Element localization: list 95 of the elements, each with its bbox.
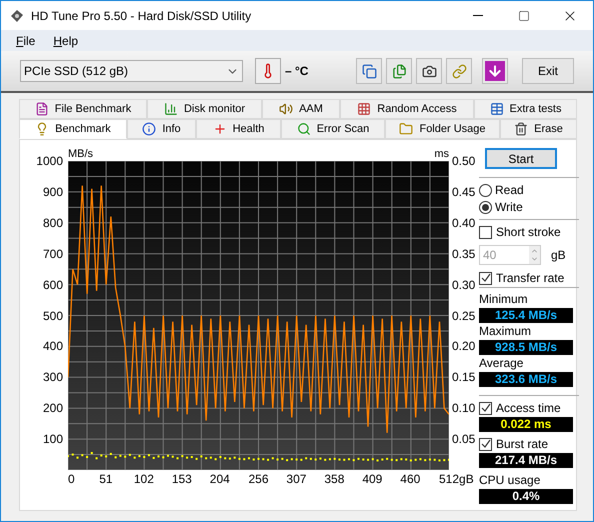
radio-button[interactable] [479, 184, 492, 196]
screenshot-button[interactable] [416, 58, 442, 84]
axis-label: 0.40 [452, 216, 476, 229]
axis-label: 500 [42, 310, 63, 322]
files-icon [392, 64, 406, 78]
checkbox[interactable] [479, 402, 492, 414]
temperature-reading: – °C [285, 63, 308, 80]
readout-value: 0.4% [479, 489, 573, 504]
tab[interactable]: Error Scan [281, 119, 385, 139]
chain-icon [452, 64, 466, 78]
readout-label: Minimum [479, 291, 529, 308]
minimize-icon [473, 15, 483, 16]
readout-value: 928.5 MB/s [479, 340, 573, 355]
axis-label: 0.35 [452, 248, 476, 260]
drive-dropdown[interactable]: PCIe SSD (512 gB) [20, 60, 243, 82]
menu-item[interactable]: File [16, 32, 36, 50]
axis-label: 460 [400, 473, 420, 485]
plus-icon [212, 122, 227, 136]
tab[interactable]: Erase [500, 119, 577, 139]
copy-all-button[interactable] [386, 58, 412, 84]
readout-value: 0.022 ms [479, 417, 573, 432]
checkbox-label[interactable]: Short stroke [496, 225, 561, 239]
axis-label: 600 [42, 278, 63, 291]
bar-chart-icon [164, 102, 178, 116]
axis-label: 700 [42, 248, 63, 260]
axis-label: 200 [42, 402, 63, 414]
readout-label: CPU usage [479, 473, 542, 487]
checkbox-label[interactable]: Burst rate [496, 437, 548, 451]
speaker-icon [279, 102, 294, 116]
axis-label: 0.15 [452, 371, 476, 384]
tab[interactable]: Folder Usage [385, 119, 500, 139]
radio-button[interactable] [479, 200, 492, 214]
table-icon [490, 102, 504, 116]
readout-value: 125.4 MB/s [479, 308, 573, 323]
axis-label: 0.50 [452, 155, 476, 167]
axis-label: 51 [99, 473, 113, 485]
axis-label: 512gB [439, 473, 474, 485]
dot-grid-icon [357, 102, 372, 116]
tab[interactable]: Benchmark [19, 119, 127, 139]
axis-label: 900 [42, 186, 63, 198]
readout-label: Average [479, 355, 524, 372]
axis-label: 409 [362, 473, 382, 485]
axis-label: 400 [42, 340, 63, 352]
axis-label: 256 [248, 473, 269, 485]
info-icon [142, 122, 156, 136]
tab[interactable]: Info [127, 119, 196, 139]
axis-label: 358 [324, 473, 344, 485]
folder-icon [399, 122, 414, 136]
radio-label[interactable]: Read [495, 183, 524, 197]
menu-item[interactable]: Help [53, 32, 78, 50]
checkbox[interactable] [479, 272, 492, 284]
checkbox-label[interactable]: Access time [496, 401, 561, 415]
axis-label: 0.10 [452, 402, 476, 414]
axis-unit: ms [434, 148, 449, 161]
file-icon [34, 102, 49, 116]
tab[interactable]: Random Access [340, 99, 474, 119]
readout-value: 323.6 MB/s [479, 372, 573, 387]
window-title: HD Tune Pro 5.50 - Hard Disk/SSD Utility [31, 8, 252, 24]
copy-icon [362, 64, 376, 78]
axis-label: 800 [42, 216, 63, 229]
tab[interactable]: Disk monitor [147, 99, 262, 119]
axis-label: 1000 [36, 155, 63, 167]
tab[interactable]: File Benchmark [19, 99, 147, 119]
unit-label: gB [551, 248, 566, 262]
readout-label: Maximum [479, 323, 532, 340]
temperature-button[interactable] [255, 58, 281, 84]
axis-label: 0 [68, 473, 75, 485]
tab[interactable]: Health [196, 119, 281, 139]
checkbox[interactable] [479, 226, 492, 238]
axis-label: 102 [134, 473, 154, 485]
axis-label: 204 [210, 473, 230, 485]
axis-label: 0.05 [452, 433, 476, 446]
search-icon [296, 122, 311, 136]
trash-icon [514, 122, 528, 136]
axis-label: 0.30 [452, 278, 476, 291]
axis-label: 0.25 [452, 310, 476, 322]
save-button[interactable] [482, 58, 508, 84]
exit-button[interactable]: Exit [522, 58, 574, 84]
axis-label: 307 [286, 473, 306, 485]
checkbox-label[interactable]: Transfer rate [496, 271, 564, 285]
axis-label: 153 [172, 473, 192, 485]
maximize-icon [518, 10, 530, 22]
axis-label: 0.20 [452, 340, 476, 352]
radio-label[interactable]: Write [495, 200, 523, 214]
axis-label: 0.45 [452, 186, 476, 198]
axis-label: 300 [42, 371, 63, 384]
tab[interactable]: AAM [262, 99, 340, 119]
tab[interactable]: Extra tests [474, 99, 577, 119]
checkbox[interactable] [479, 438, 492, 450]
start-button[interactable]: Start [485, 148, 557, 169]
axis-label: 100 [42, 433, 63, 446]
axis-unit: MB/s [68, 148, 94, 161]
camera-icon [422, 64, 436, 78]
readout-value: 217.4 MB/s [479, 453, 573, 468]
copy-button[interactable] [356, 58, 382, 84]
